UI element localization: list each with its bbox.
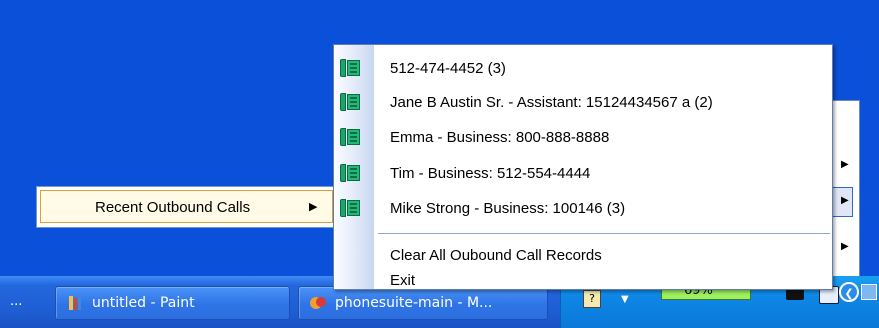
menu-item-label: Tim - Business: 512-554-4444 (390, 165, 591, 182)
menu-item-label: Exit (390, 272, 416, 289)
menu-item-recent-outbound-calls[interactable]: Recent Outbound Calls ▶ (40, 190, 333, 223)
taskbar-button-phonesuite[interactable]: phonesuite-main - M... (298, 286, 548, 320)
menu-separator (378, 233, 830, 234)
submenu-arrow-icon: ▶ (309, 200, 318, 213)
chevron-down-icon[interactable]: ▼ (621, 294, 629, 305)
phone-icon (340, 59, 360, 77)
menu-item-label: Recent Outbound Calls (95, 199, 251, 216)
submenu-arrow-icon: ▶ (841, 241, 849, 252)
taskbar-button-paint[interactable]: untitled - Paint (55, 286, 290, 320)
menu-item-exit[interactable]: Exit (334, 267, 832, 289)
context-menu: Recent Outbound Calls ▶ (36, 186, 336, 228)
menu-item-label: Mike Strong - Business: 100146 (3) (390, 200, 626, 217)
menu-item-call-3[interactable]: Emma - Business: 800-888-8888 (334, 121, 832, 155)
taskbar-overflow-button[interactable]: ... (10, 294, 22, 309)
back-arrow-icon[interactable]: ❮ (839, 282, 859, 302)
paint-icon (66, 294, 84, 312)
taskbar-button-label: untitled - Paint (92, 295, 195, 311)
menu-item-call-4[interactable]: Tim - Business: 512-554-4444 (334, 157, 832, 191)
app-icon (309, 294, 327, 312)
menu-item-label: Clear All Oubound Call Records (390, 247, 602, 264)
taskbar-button-label: phonesuite-main - M... (335, 295, 493, 311)
menu-item-call-5[interactable]: Mike Strong - Business: 100146 (3) (334, 192, 832, 226)
monitor-icon[interactable] (861, 284, 877, 300)
submenu-arrow-icon: ▶ (841, 159, 849, 170)
submenu-arrow-icon: ▶ (841, 195, 849, 206)
phone-icon (340, 93, 360, 111)
menu-item-label: Emma - Business: 800-888-8888 (390, 129, 610, 146)
help-icon[interactable]: ? (583, 290, 601, 308)
recent-outbound-calls-submenu: 512-474-4452 (3) Jane B Austin Sr. - Ass… (333, 44, 833, 290)
phone-icon (340, 199, 360, 217)
menu-item-call-2[interactable]: Jane B Austin Sr. - Assistant: 151244345… (334, 86, 832, 120)
menu-item-call-1[interactable]: 512-474-4452 (3) (334, 52, 832, 86)
menu-item-label: Jane B Austin Sr. - Assistant: 151244345… (390, 94, 713, 111)
phone-icon (340, 164, 360, 182)
phone-icon (340, 128, 360, 146)
menu-item-label: 512-474-4452 (3) (390, 60, 506, 77)
